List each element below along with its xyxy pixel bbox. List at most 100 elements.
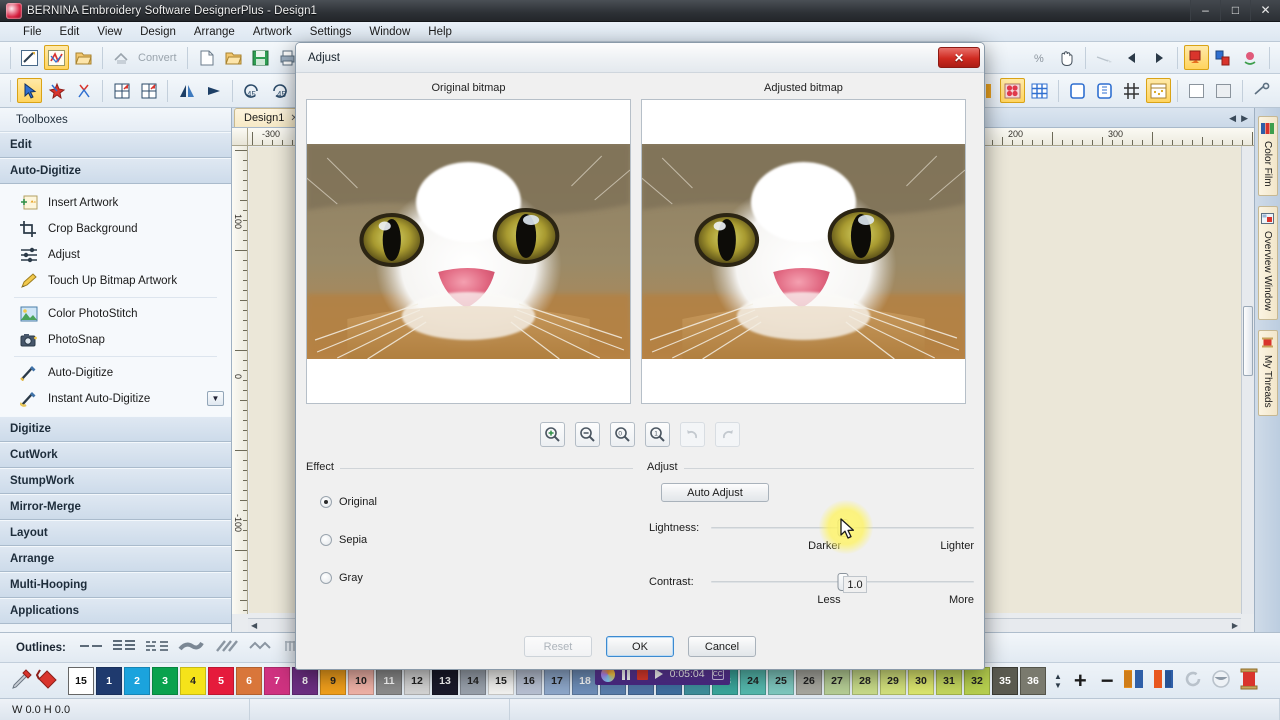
effect-option-original[interactable]: Original bbox=[306, 483, 633, 521]
counter-stepper[interactable]: ▲ ▼ bbox=[1054, 672, 1062, 690]
color-swatch[interactable]: 9 bbox=[320, 667, 346, 695]
color-swatch[interactable]: 28 bbox=[852, 667, 878, 695]
background-fabric-button[interactable] bbox=[1211, 78, 1236, 103]
tool-color-photostitch[interactable]: Color PhotoStitch bbox=[0, 301, 231, 327]
menu-help[interactable]: Help bbox=[419, 24, 461, 40]
design-properties-button[interactable] bbox=[1238, 45, 1263, 70]
measure-tool-button[interactable] bbox=[1249, 78, 1274, 103]
color-swatch[interactable]: 5 bbox=[208, 667, 234, 695]
canvas-vertical-scrollbar[interactable] bbox=[1241, 146, 1254, 614]
original-bitmap-preview[interactable] bbox=[306, 99, 631, 404]
tool-touch-up-bitmap-artwork[interactable]: Touch Up Bitmap Artwork bbox=[0, 268, 231, 294]
stop-icon[interactable] bbox=[637, 669, 647, 680]
menu-settings[interactable]: Settings bbox=[301, 24, 361, 40]
scroll-right-icon[interactable]: ▶ bbox=[1232, 621, 1238, 630]
tab-scroll-controls[interactable]: ◀ ▶ bbox=[1229, 113, 1248, 124]
color-swatch[interactable]: 6 bbox=[236, 667, 262, 695]
dock-tab-color-film[interactable]: Color Film bbox=[1258, 116, 1278, 196]
redo-icon[interactable] bbox=[715, 422, 740, 447]
polygon-select-tool[interactable] bbox=[44, 78, 69, 103]
ok-button[interactable]: OK bbox=[606, 636, 674, 657]
menu-design[interactable]: Design bbox=[131, 24, 185, 40]
rotate-cw-45-button[interactable]: 45 bbox=[266, 78, 291, 103]
add-color-button[interactable]: + bbox=[1074, 670, 1087, 692]
mirror-vertical-tool[interactable] bbox=[201, 78, 226, 103]
color-swatch[interactable]: 3 bbox=[152, 667, 178, 695]
scale-down-tool[interactable] bbox=[136, 78, 161, 103]
zoom-to-fit-icon[interactable]: 0 bbox=[610, 422, 635, 447]
save-button[interactable] bbox=[248, 45, 273, 70]
cancel-button[interactable]: Cancel bbox=[688, 636, 756, 657]
step-back-button[interactable] bbox=[1119, 45, 1144, 70]
outline-single-line-icon[interactable] bbox=[79, 640, 103, 655]
tab-scroll-left-icon[interactable]: ◀ bbox=[1229, 113, 1236, 124]
rotate-ccw-45-button[interactable]: 45 bbox=[239, 78, 264, 103]
hoop-grid-button[interactable] bbox=[1092, 78, 1117, 103]
tool-auto-digitize[interactable]: Auto-Digitize bbox=[0, 360, 231, 386]
outline-hatch-icon[interactable] bbox=[213, 639, 239, 656]
slider-thumb[interactable] bbox=[837, 519, 848, 537]
color-swatch[interactable]: 31 bbox=[936, 667, 962, 695]
convert-icon[interactable] bbox=[109, 45, 134, 70]
color-swatch[interactable]: 14 bbox=[460, 667, 486, 695]
auto-adjust-button[interactable]: Auto Adjust bbox=[661, 483, 769, 502]
stitch-counter-a[interactable]: 35 bbox=[992, 667, 1018, 695]
play-icon[interactable] bbox=[655, 669, 663, 679]
menu-view[interactable]: View bbox=[88, 24, 131, 40]
color-swatch[interactable]: 2 bbox=[124, 667, 150, 695]
adjusted-bitmap-preview[interactable] bbox=[641, 99, 966, 404]
refresh-icon[interactable] bbox=[1182, 668, 1204, 693]
stitch-view-button[interactable] bbox=[1146, 78, 1171, 103]
toolbox-section-layout[interactable]: Layout bbox=[0, 520, 231, 546]
color-swatch[interactable]: 12 bbox=[404, 667, 430, 695]
artwork-canvas-button[interactable] bbox=[17, 45, 42, 70]
background-white-button[interactable] bbox=[1184, 78, 1209, 103]
reshape-tool[interactable] bbox=[71, 78, 96, 103]
toolbox-section-arrange[interactable]: Arrange bbox=[0, 546, 231, 572]
step-forward-button[interactable] bbox=[1146, 45, 1171, 70]
color-swatch[interactable]: 32 bbox=[964, 667, 990, 695]
reset-button[interactable]: Reset bbox=[524, 636, 592, 657]
thread-spool-button-icon[interactable] bbox=[1238, 667, 1260, 694]
mirror-horizontal-tool[interactable] bbox=[174, 78, 199, 103]
stepper-down-icon[interactable]: ▼ bbox=[1054, 681, 1062, 690]
select-object-tool[interactable] bbox=[17, 78, 42, 103]
toolbox-section-stumpwork[interactable]: StumpWork bbox=[0, 468, 231, 494]
close-button[interactable]: ✕ bbox=[1250, 0, 1280, 21]
grid-fabric-button[interactable] bbox=[1027, 78, 1052, 103]
color-swatch[interactable]: 26 bbox=[796, 667, 822, 695]
menu-artwork[interactable]: Artwork bbox=[244, 24, 301, 40]
toolbox-section-mirror-merge[interactable]: Mirror-Merge bbox=[0, 494, 231, 520]
outline-dashed-icon[interactable] bbox=[145, 639, 169, 656]
color-swatch[interactable]: 29 bbox=[880, 667, 906, 695]
color-swatch[interactable]: 8 bbox=[292, 667, 318, 695]
toolbox-section-applications[interactable]: Applications bbox=[0, 598, 231, 624]
menu-window[interactable]: Window bbox=[360, 24, 419, 40]
eyedropper-icon[interactable] bbox=[10, 667, 34, 694]
embroidery-canvas-button[interactable] bbox=[44, 45, 69, 70]
color-swatch[interactable]: 4 bbox=[180, 667, 206, 695]
menu-edit[interactable]: Edit bbox=[51, 24, 89, 40]
tool-insert-artwork[interactable]: Insert Artwork bbox=[0, 190, 231, 216]
menu-file[interactable]: File bbox=[14, 24, 51, 40]
tool-adjust[interactable]: Adjust bbox=[0, 242, 231, 268]
outline-double-row-icon[interactable] bbox=[112, 639, 136, 656]
color-swatch[interactable]: 10 bbox=[348, 667, 374, 695]
scale-up-tool[interactable] bbox=[109, 78, 134, 103]
zoom-out-icon[interactable] bbox=[575, 422, 600, 447]
color-wheel-button[interactable] bbox=[1000, 78, 1025, 103]
color-swatch[interactable]: 30 bbox=[908, 667, 934, 695]
current-color-value[interactable]: 15 bbox=[68, 667, 94, 695]
hide-colors-icon[interactable] bbox=[1210, 668, 1232, 693]
color-change-button[interactable] bbox=[1184, 45, 1209, 70]
new-file-button[interactable] bbox=[194, 45, 219, 70]
outline-satin-icon[interactable] bbox=[178, 639, 204, 656]
toolbox-section-edit[interactable]: Edit bbox=[0, 132, 231, 158]
toolbox-section-digitize[interactable]: Digitize bbox=[0, 416, 231, 442]
color-swatch[interactable]: 11 bbox=[376, 667, 402, 695]
radio-icon[interactable] bbox=[320, 534, 332, 546]
stitch-counter-b[interactable]: 36 bbox=[1020, 667, 1046, 695]
pause-icon[interactable] bbox=[622, 669, 630, 680]
minimize-button[interactable]: – bbox=[1190, 0, 1220, 21]
outline-wave-icon[interactable] bbox=[248, 639, 274, 656]
